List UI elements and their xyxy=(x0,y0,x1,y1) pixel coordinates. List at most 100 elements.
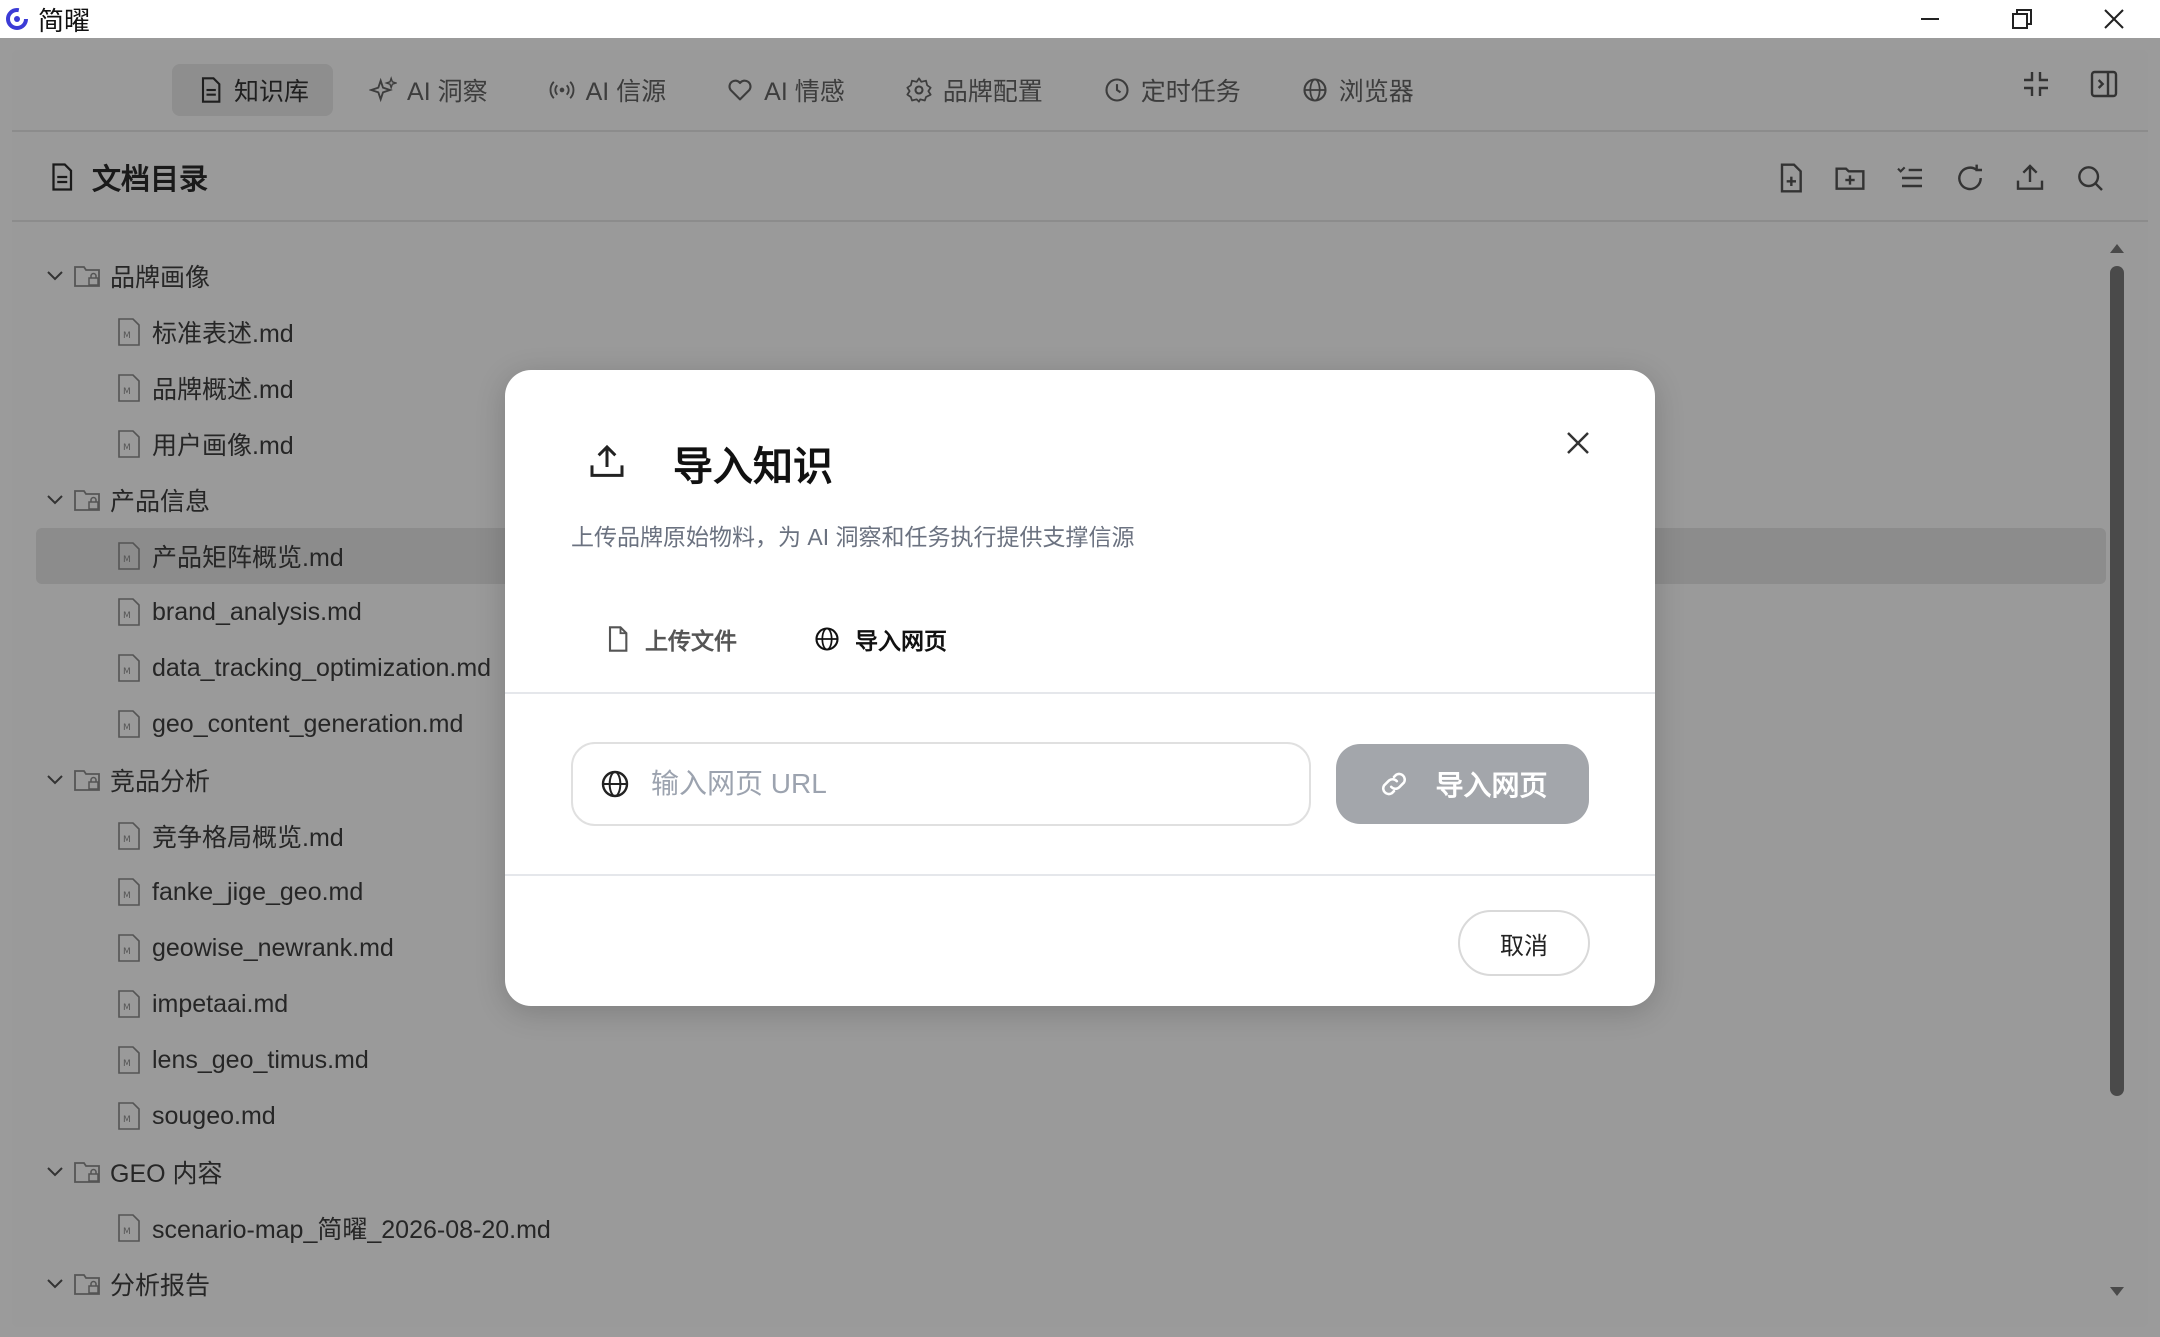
tree-file[interactable]: M 标准表述.md xyxy=(36,304,2106,360)
tree-file[interactable]: Msougeo.md xyxy=(36,1088,2106,1144)
svg-text:M: M xyxy=(123,1227,131,1237)
folder-label: 品牌画像 xyxy=(110,264,211,292)
svg-text:M: M xyxy=(123,1059,131,1069)
tab-upload-label: 上传文件 xyxy=(645,628,737,654)
scrollbar[interactable] xyxy=(2108,240,2126,1300)
divider xyxy=(505,874,1655,876)
tab-label: 知识库 xyxy=(234,78,310,106)
chevron-down-icon[interactable] xyxy=(44,265,66,287)
tab-ai-insight[interactable]: AI 洞察 xyxy=(345,64,512,116)
tree-file[interactable]: Mscenario-map_简曜_2026-08-20.md xyxy=(36,1200,2106,1256)
globe-icon xyxy=(815,627,839,651)
markdown-file-icon: M xyxy=(118,710,140,738)
scroll-down-icon[interactable] xyxy=(2108,1284,2126,1300)
chevron-down-icon[interactable] xyxy=(44,489,66,511)
file-label: geo_content_generation.md xyxy=(152,709,464,738)
folder-label: 产品信息 xyxy=(110,488,211,516)
tree-file[interactable]: Mlens_geo_timus.md xyxy=(36,1032,2106,1088)
file-label: data_tracking_optimization.md xyxy=(152,653,492,682)
tree-folder[interactable]: GEO 内容 xyxy=(36,1144,2106,1200)
folder-lock-icon xyxy=(74,1162,100,1183)
close-window-button[interactable] xyxy=(2068,0,2160,38)
svg-text:M: M xyxy=(123,1003,131,1013)
url-input[interactable] xyxy=(651,768,1271,800)
svg-text:M: M xyxy=(123,443,131,453)
markdown-file-icon: M xyxy=(118,1214,140,1242)
doc-panel-title: 文档目录 xyxy=(92,164,209,196)
search-icon[interactable] xyxy=(2074,162,2106,194)
markdown-file-icon: M xyxy=(118,374,140,402)
file-label: 标准表述.md xyxy=(152,320,294,348)
clock-icon xyxy=(1105,78,1129,102)
scroll-thumb[interactable] xyxy=(2110,266,2124,1096)
modal-title: 导入知识 xyxy=(673,445,833,489)
app-logo-icon xyxy=(4,6,30,32)
tab-label: 品牌配置 xyxy=(942,78,1043,106)
close-icon[interactable] xyxy=(1563,428,1593,458)
svg-text:M: M xyxy=(123,891,131,901)
title-bar: 简曜 xyxy=(0,0,2160,38)
divider xyxy=(505,692,1655,694)
tab-ai-sources[interactable]: AI 信源 xyxy=(524,64,691,116)
tab-knowledge-base[interactable]: 知识库 xyxy=(172,64,334,116)
tab-scheduled-tasks[interactable]: 定时任务 xyxy=(1079,64,1265,116)
file-label: lens_geo_timus.md xyxy=(152,1045,369,1074)
svg-text:M: M xyxy=(123,667,131,677)
folder-lock-icon xyxy=(74,490,100,511)
import-knowledge-modal: 导入知识 上传品牌原始物料，为 AI 洞察和任务执行提供支撑信源 上传文件 导入… xyxy=(505,370,1655,1006)
import-web-button[interactable]: 导入网页 xyxy=(1336,744,1589,824)
broadcast-icon xyxy=(549,81,574,99)
markdown-file-icon: M xyxy=(118,1102,140,1130)
markdown-file-icon: M xyxy=(118,1046,140,1074)
chevron-down-icon[interactable] xyxy=(44,769,66,791)
gear-icon xyxy=(906,77,932,103)
restore-button[interactable] xyxy=(1976,0,2068,38)
top-nav: 知识库 AI 洞察 AI 信源 AI 情感 品牌配置 定时任务 浏览器 xyxy=(12,50,2148,132)
url-field[interactable] xyxy=(571,742,1311,826)
file-label: scenario-map_简曜_2026-08-20.md xyxy=(152,1216,551,1244)
cancel-button[interactable]: 取消 xyxy=(1458,910,1590,976)
import-web-button-label: 导入网页 xyxy=(1435,770,1548,801)
markdown-file-icon: M xyxy=(118,934,140,962)
file-label: geowise_newrank.md xyxy=(152,933,394,962)
new-file-icon[interactable] xyxy=(1774,162,1806,194)
chevron-down-icon[interactable] xyxy=(44,1273,66,1295)
heart-icon xyxy=(728,79,752,101)
new-folder-icon[interactable] xyxy=(1834,162,1866,194)
folder-label: GEO 内容 xyxy=(110,1160,223,1188)
folder-lock-icon xyxy=(74,1274,100,1295)
document-icon xyxy=(201,77,221,103)
modal-subtitle: 上传品牌原始物料，为 AI 洞察和任务执行提供支撑信源 xyxy=(571,524,1135,550)
markdown-file-icon: M xyxy=(118,990,140,1018)
folder-lock-icon xyxy=(74,770,100,791)
minimize-button[interactable] xyxy=(1884,0,1976,38)
tab-label: AI 洞察 xyxy=(407,78,488,106)
tab-label: AI 信源 xyxy=(585,78,667,106)
svg-text:M: M xyxy=(123,555,131,565)
svg-text:M: M xyxy=(123,611,131,621)
tab-brand-config[interactable]: 品牌配置 xyxy=(881,64,1067,116)
tab-browser[interactable]: 浏览器 xyxy=(1277,64,1438,116)
upload-icon[interactable] xyxy=(2014,162,2046,194)
tree-folder[interactable]: 品牌画像 xyxy=(36,248,2106,304)
toggle-panel-icon[interactable] xyxy=(2088,68,2120,100)
folder-lock-icon xyxy=(74,266,100,287)
file-label: 产品矩阵概览.md xyxy=(152,544,344,572)
tab-upload-file[interactable]: 上传文件 xyxy=(603,622,737,656)
refresh-icon[interactable] xyxy=(1954,162,1986,194)
tab-import-web[interactable]: 导入网页 xyxy=(813,622,947,656)
svg-text:M: M xyxy=(123,947,131,957)
markdown-file-icon: M xyxy=(118,654,140,682)
tree-folder[interactable]: 分析报告 xyxy=(36,1256,2106,1312)
tab-import-web-label: 导入网页 xyxy=(855,628,947,654)
tab-ai-sentiment[interactable]: AI 情感 xyxy=(702,64,869,116)
svg-text:M: M xyxy=(123,835,131,845)
collapse-icon[interactable] xyxy=(2020,68,2052,100)
file-label: brand_analysis.md xyxy=(152,597,362,626)
list-icon[interactable] xyxy=(1894,162,1926,194)
tab-label: AI 情感 xyxy=(764,78,845,106)
scroll-up-icon[interactable] xyxy=(2108,240,2126,256)
chevron-down-icon[interactable] xyxy=(44,1161,66,1183)
window-title: 简曜 xyxy=(38,5,91,36)
document-icon xyxy=(52,163,73,191)
